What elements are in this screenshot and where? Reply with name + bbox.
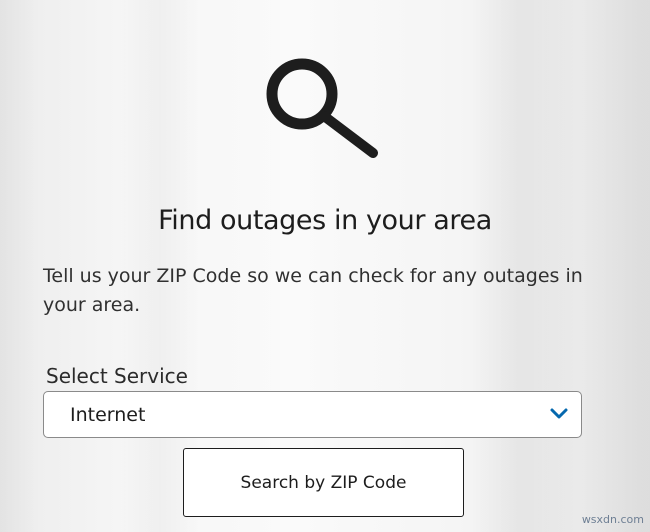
service-select-value: Internet: [70, 404, 146, 426]
search-by-zip-button[interactable]: Search by ZIP Code: [183, 448, 464, 517]
search-icon: [266, 58, 378, 158]
page-title: Find outages in your area: [158, 205, 492, 236]
intro-text: Tell us your ZIP Code so we can check fo…: [43, 265, 583, 316]
chevron-down-icon: [550, 408, 568, 419]
service-select[interactable]: Internet: [43, 391, 582, 438]
watermark: wsxdn.com: [581, 513, 644, 526]
select-service-label: Select Service: [46, 364, 188, 388]
